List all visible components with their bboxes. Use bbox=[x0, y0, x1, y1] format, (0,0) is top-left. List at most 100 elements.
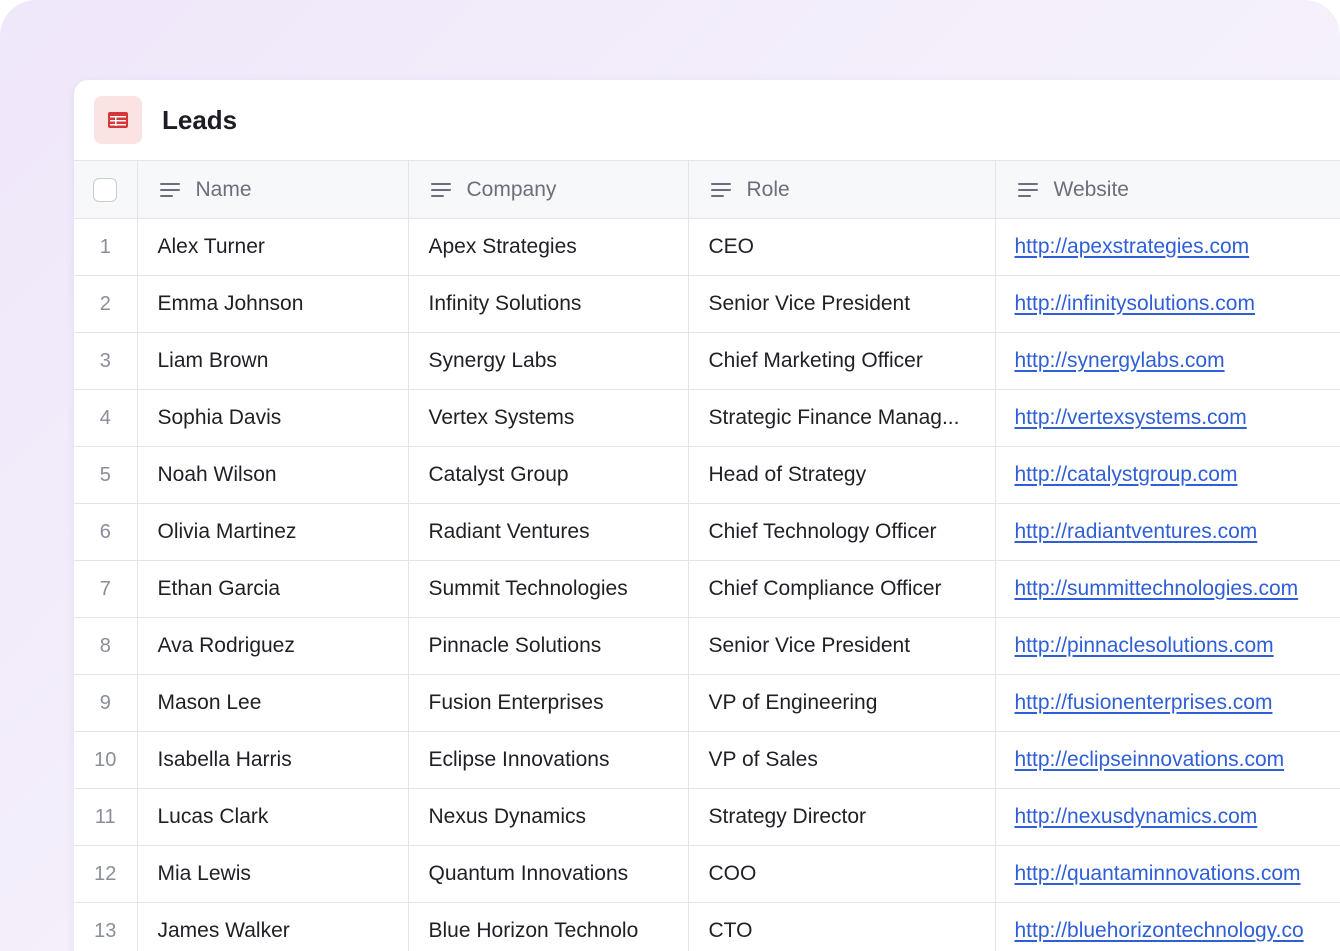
table-row[interactable]: 6 Olivia Martinez Radiant Ventures Chief Te… bbox=[74, 503, 1340, 561]
cell-company[interactable]: Radiant Ventures bbox=[407, 503, 689, 561]
website-link[interactable]: http://bluehorizontechnology.co bbox=[996, 919, 1340, 943]
website-link[interactable]: http://radiantventures.com bbox=[996, 520, 1340, 544]
website-link[interactable]: http://apexstrategies.com bbox=[996, 235, 1340, 259]
website-link[interactable]: http://infinitysolutions.com bbox=[996, 292, 1340, 316]
row-number: 6 bbox=[74, 503, 138, 561]
name-text: Noah Wilson bbox=[157, 463, 277, 486]
cell-role[interactable]: COO bbox=[687, 845, 996, 903]
cell-name[interactable]: Mia Lewis bbox=[136, 845, 409, 903]
table-row[interactable]: 9 Mason Lee Fusion Enterprises VP of Engine… bbox=[74, 674, 1340, 732]
role-text: CTO bbox=[708, 919, 753, 942]
row-number: 13 bbox=[74, 902, 138, 951]
website-link[interactable]: http://summittechnologies.com bbox=[996, 577, 1340, 601]
cell-company[interactable]: Quantum Innovations bbox=[407, 845, 689, 903]
cell-name[interactable]: Olivia Martinez bbox=[136, 503, 409, 561]
table-row[interactable]: 12 Mia Lewis Quantum Innovations COO http://… bbox=[74, 845, 1340, 903]
cell-name[interactable]: James Walker bbox=[136, 902, 409, 951]
column-header-name[interactable]: Name bbox=[136, 160, 409, 219]
cell-website[interactable]: http://quantaminnovations.com bbox=[994, 845, 1340, 903]
cell-role[interactable]: VP of Sales bbox=[687, 731, 996, 789]
website-link[interactable]: http://eclipseinnovations.com bbox=[996, 748, 1340, 772]
website-link[interactable]: http://quantaminnovations.com bbox=[996, 862, 1340, 886]
table-row[interactable]: 8 Ava Rodriguez Pinnacle Solutions Senior V… bbox=[74, 617, 1340, 675]
cell-name[interactable]: Ava Rodriguez bbox=[136, 617, 409, 675]
cell-website[interactable]: http://synergylabs.com bbox=[994, 332, 1340, 390]
role-text: Strategic Finance Manag... bbox=[708, 406, 960, 429]
cell-website[interactable]: http://infinitysolutions.com bbox=[994, 275, 1340, 333]
cell-company[interactable]: Pinnacle Solutions bbox=[407, 617, 689, 675]
cell-role[interactable]: Senior Vice President bbox=[687, 275, 996, 333]
table-row[interactable]: 4 Sophia Davis Vertex Systems Strategic Fin… bbox=[74, 389, 1340, 447]
table-row[interactable]: 1 Alex Turner Apex Strategies CEO http://ape… bbox=[74, 218, 1340, 276]
company-text: Blue Horizon Technolo bbox=[428, 919, 639, 942]
cell-website[interactable]: http://fusionenterprises.com bbox=[994, 674, 1340, 732]
cell-company[interactable]: Vertex Systems bbox=[407, 389, 689, 447]
cell-role[interactable]: CEO bbox=[687, 218, 996, 276]
cell-role[interactable]: Chief Compliance Officer bbox=[687, 560, 996, 618]
cell-website[interactable]: http://radiantventures.com bbox=[994, 503, 1340, 561]
cell-role[interactable]: Strategic Finance Manag... bbox=[687, 389, 996, 447]
cell-company[interactable]: Fusion Enterprises bbox=[407, 674, 689, 732]
cell-role[interactable]: Chief Marketing Officer bbox=[687, 332, 996, 390]
table-row[interactable]: 7 Ethan Garcia Summit Technologies Chief Co… bbox=[74, 560, 1340, 618]
cell-name[interactable]: Ethan Garcia bbox=[136, 560, 409, 618]
table-row[interactable]: 13 James Walker Blue Horizon Technolo CTO ht… bbox=[74, 902, 1340, 951]
name-text: Ethan Garcia bbox=[157, 577, 281, 600]
cell-website[interactable]: http://catalystgroup.com bbox=[994, 446, 1340, 504]
cell-company[interactable]: Eclipse Innovations bbox=[407, 731, 689, 789]
cell-role[interactable]: VP of Engineering bbox=[687, 674, 996, 732]
column-header-company[interactable]: Company bbox=[407, 160, 689, 219]
website-link[interactable]: http://synergylabs.com bbox=[996, 349, 1340, 373]
table-row[interactable]: 2 Emma Johnson Infinity Solutions Senior Vi… bbox=[74, 275, 1340, 333]
cell-website[interactable]: http://pinnaclesolutions.com bbox=[994, 617, 1340, 675]
cell-name[interactable]: Sophia Davis bbox=[136, 389, 409, 447]
table-row[interactable]: 3 Liam Brown Synergy Labs Chief Marketing O… bbox=[74, 332, 1340, 390]
text-lines-icon bbox=[159, 182, 180, 197]
cell-name[interactable]: Noah Wilson bbox=[136, 446, 409, 504]
role-text: VP of Engineering bbox=[708, 691, 878, 714]
cell-role[interactable]: Head of Strategy bbox=[687, 446, 996, 504]
column-header-website[interactable]: Website bbox=[994, 160, 1340, 219]
table-icon bbox=[94, 96, 142, 144]
role-text: COO bbox=[708, 862, 757, 885]
cell-website[interactable]: http://nexusdynamics.com bbox=[994, 788, 1340, 846]
cell-website[interactable]: http://eclipseinnovations.com bbox=[994, 731, 1340, 789]
website-link[interactable]: http://pinnaclesolutions.com bbox=[996, 634, 1340, 658]
cell-name[interactable]: Mason Lee bbox=[136, 674, 409, 732]
cell-role[interactable]: Senior Vice President bbox=[687, 617, 996, 675]
cell-company[interactable]: Summit Technologies bbox=[407, 560, 689, 618]
select-all-checkbox[interactable] bbox=[93, 177, 118, 202]
cell-name[interactable]: Liam Brown bbox=[136, 332, 409, 390]
table-row[interactable]: 11 Lucas Clark Nexus Dynamics Strategy Dire… bbox=[74, 788, 1340, 846]
row-number: 8 bbox=[74, 617, 138, 675]
cell-name[interactable]: Isabella Harris bbox=[136, 731, 409, 789]
cell-name[interactable]: Emma Johnson bbox=[136, 275, 409, 333]
cell-website[interactable]: http://vertexsystems.com bbox=[994, 389, 1340, 447]
row-number: 3 bbox=[74, 332, 138, 390]
company-text: Eclipse Innovations bbox=[428, 748, 610, 771]
cell-company[interactable]: Catalyst Group bbox=[407, 446, 689, 504]
cell-company[interactable]: Apex Strategies bbox=[407, 218, 689, 276]
table-row[interactable]: 5 Noah Wilson Catalyst Group Head of Strate… bbox=[74, 446, 1340, 504]
cell-company[interactable]: Nexus Dynamics bbox=[407, 788, 689, 846]
website-link[interactable]: http://catalystgroup.com bbox=[996, 463, 1340, 487]
name-text: Mason Lee bbox=[157, 691, 262, 714]
cell-company[interactable]: Infinity Solutions bbox=[407, 275, 689, 333]
cell-name[interactable]: Alex Turner bbox=[136, 218, 409, 276]
cell-website[interactable]: http://apexstrategies.com bbox=[994, 218, 1340, 276]
cell-name[interactable]: Lucas Clark bbox=[136, 788, 409, 846]
table-row[interactable]: 10 Isabella Harris Eclipse Innovations VP o… bbox=[74, 731, 1340, 789]
cell-company[interactable]: Synergy Labs bbox=[407, 332, 689, 390]
row-number: 2 bbox=[74, 275, 138, 333]
cell-website[interactable]: http://summittechnologies.com bbox=[994, 560, 1340, 618]
cell-role[interactable]: Chief Technology Officer bbox=[687, 503, 996, 561]
column-header-role[interactable]: Role bbox=[687, 160, 996, 219]
website-link[interactable]: http://nexusdynamics.com bbox=[996, 805, 1340, 829]
cell-company[interactable]: Blue Horizon Technolo bbox=[407, 902, 689, 951]
cell-role[interactable]: CTO bbox=[687, 902, 996, 951]
cell-role[interactable]: Strategy Director bbox=[687, 788, 996, 846]
table-header-bar: Leads bbox=[74, 80, 1340, 160]
website-link[interactable]: http://vertexsystems.com bbox=[996, 406, 1340, 430]
cell-website[interactable]: http://bluehorizontechnology.co bbox=[994, 902, 1340, 951]
website-link[interactable]: http://fusionenterprises.com bbox=[996, 691, 1340, 715]
